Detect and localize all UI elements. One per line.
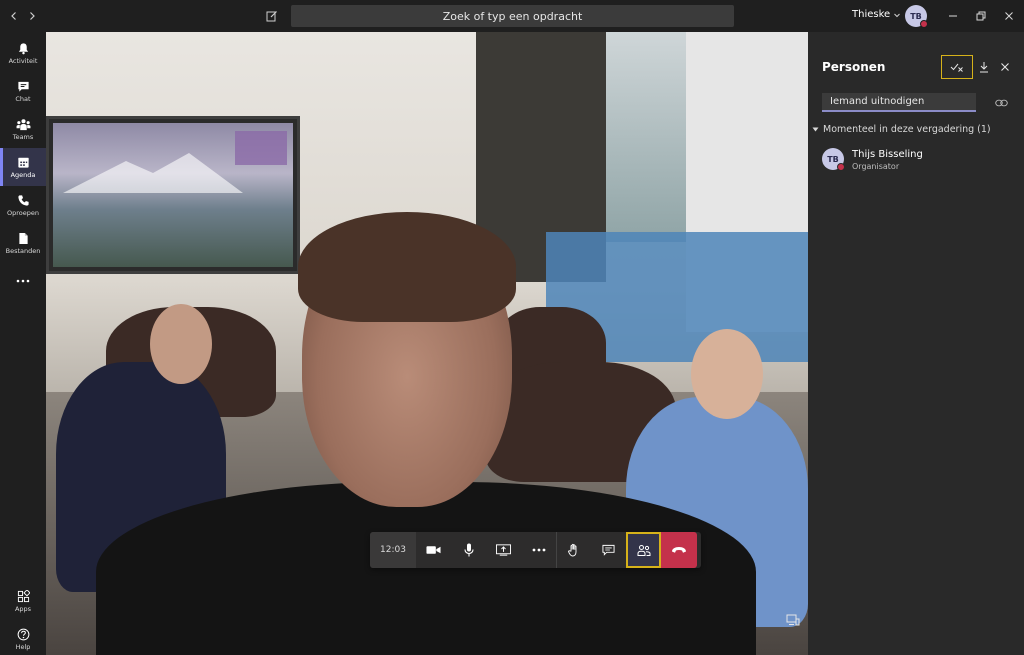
mute-all-button[interactable] [941,55,973,79]
rail-item-help[interactable]: Help [0,620,46,655]
search-box[interactable]: Zoek of typ een opdracht [291,5,734,27]
busy-status-icon [920,20,928,28]
section-label: Momenteel in deze vergadering (1) [823,124,991,135]
minimize-button[interactable] [943,6,963,26]
avatar-initials: TB [827,154,839,164]
close-icon [1001,63,1009,71]
device-settings-button[interactable] [785,612,801,628]
main-participant-body [96,482,756,655]
chevron-left-icon [11,12,16,20]
participant-right-head [691,329,763,419]
bell-icon [18,42,28,54]
compose-icon [266,11,277,22]
show-participants-button[interactable] [626,532,661,568]
background-tv [46,116,300,274]
more-icon [532,548,545,552]
calendar-icon [17,157,29,168]
avatar: TB [822,148,845,171]
download-icon [980,62,988,73]
chat-icon [17,81,29,92]
more-icon [16,279,30,283]
link-icon [994,99,1008,107]
hang-up-button[interactable] [661,532,697,568]
rail-item-files[interactable]: Bestanden [0,224,46,262]
video-camera-icon [426,546,441,554]
minimize-icon [949,15,957,17]
people-panel: Personen Iemand uitnodigen Momenteel in … [808,32,1024,655]
list-item[interactable]: TB Thijs Bisseling Organisator [822,148,1018,178]
new-chat-button[interactable] [262,6,282,26]
member-role: Organisator [852,162,900,171]
back-button[interactable] [4,6,24,26]
close-panel-button[interactable] [994,56,1016,78]
background-window [606,32,686,242]
main-participant-hair [298,212,516,322]
hang-up-icon [672,547,686,553]
rail-item-activity[interactable]: Activiteit [0,34,46,72]
busy-status-icon [837,163,845,171]
share-screen-button[interactable] [486,532,521,568]
member-name: Thijs Bisseling [852,149,923,160]
chevron-down-icon [894,13,901,17]
chat-bubble-icon [602,544,615,556]
call-timer: 12:03 [370,532,416,568]
rail-label: Apps [14,604,32,613]
rail-label: Help [15,642,31,651]
download-attendance-button[interactable] [973,56,995,78]
search-placeholder: Zoek of typ een opdracht [442,9,583,23]
raise-hand-icon [568,543,577,557]
rail-label: Bestanden [5,246,41,255]
chevron-right-icon [30,12,35,20]
apps-icon [17,589,30,602]
raise-hand-button[interactable] [556,532,591,568]
share-invite-link-button[interactable] [992,94,1010,112]
help-icon [17,628,29,640]
tv-landscape [63,153,243,193]
restore-icon [976,11,986,21]
section-in-meeting-toggle[interactable]: Momenteel in deze vergadering (1) [812,124,991,135]
title-bar: Zoek of typ een opdracht Thieske TB [0,0,1024,32]
app-rail: Activiteit Chat Teams Agenda Oproepen Be… [0,32,46,655]
invite-input[interactable]: Iemand uitnodigen [822,93,976,112]
rail-item-apps[interactable]: Apps [0,582,46,620]
share-screen-icon [496,544,511,556]
camera-button[interactable] [416,532,451,568]
close-window-button[interactable] [999,6,1019,26]
caret-down-icon [812,127,819,132]
tv-overlay [235,131,287,165]
rail-more-button[interactable] [0,262,46,300]
maximize-button[interactable] [971,6,991,26]
file-icon [18,232,28,244]
close-icon [1005,12,1013,20]
device-icon [786,614,800,626]
participants-icon [637,544,650,556]
mute-all-icon [950,63,963,72]
invite-placeholder: Iemand uitnodigen [830,96,925,107]
panel-title: Personen [822,60,886,74]
teams-icon [16,118,30,130]
rail-label: Teams [12,132,34,141]
microphone-button[interactable] [451,532,486,568]
rail-label: Chat [15,94,31,103]
phone-icon [17,194,29,206]
tv-screen [53,123,293,267]
rail-label: Activiteit [8,56,38,65]
participant-left-head [150,304,212,384]
user-menu-button[interactable]: Thieske [852,9,901,20]
rail-item-teams[interactable]: Teams [0,110,46,148]
more-actions-button[interactable] [521,532,556,568]
rail-item-calls[interactable]: Oproepen [0,186,46,224]
call-controls: 12:03 [370,532,701,568]
user-avatar[interactable]: TB [905,5,928,28]
conversation-button[interactable] [591,532,626,568]
rail-label: Agenda [10,170,36,179]
user-avatar-initials: TB [910,11,922,21]
forward-button[interactable] [22,6,42,26]
rail-item-chat[interactable]: Chat [0,72,46,110]
rail-label: Oproepen [7,208,39,217]
microphone-icon [463,543,474,557]
user-name-label: Thieske [852,9,891,20]
rail-item-calendar[interactable]: Agenda [0,148,46,186]
